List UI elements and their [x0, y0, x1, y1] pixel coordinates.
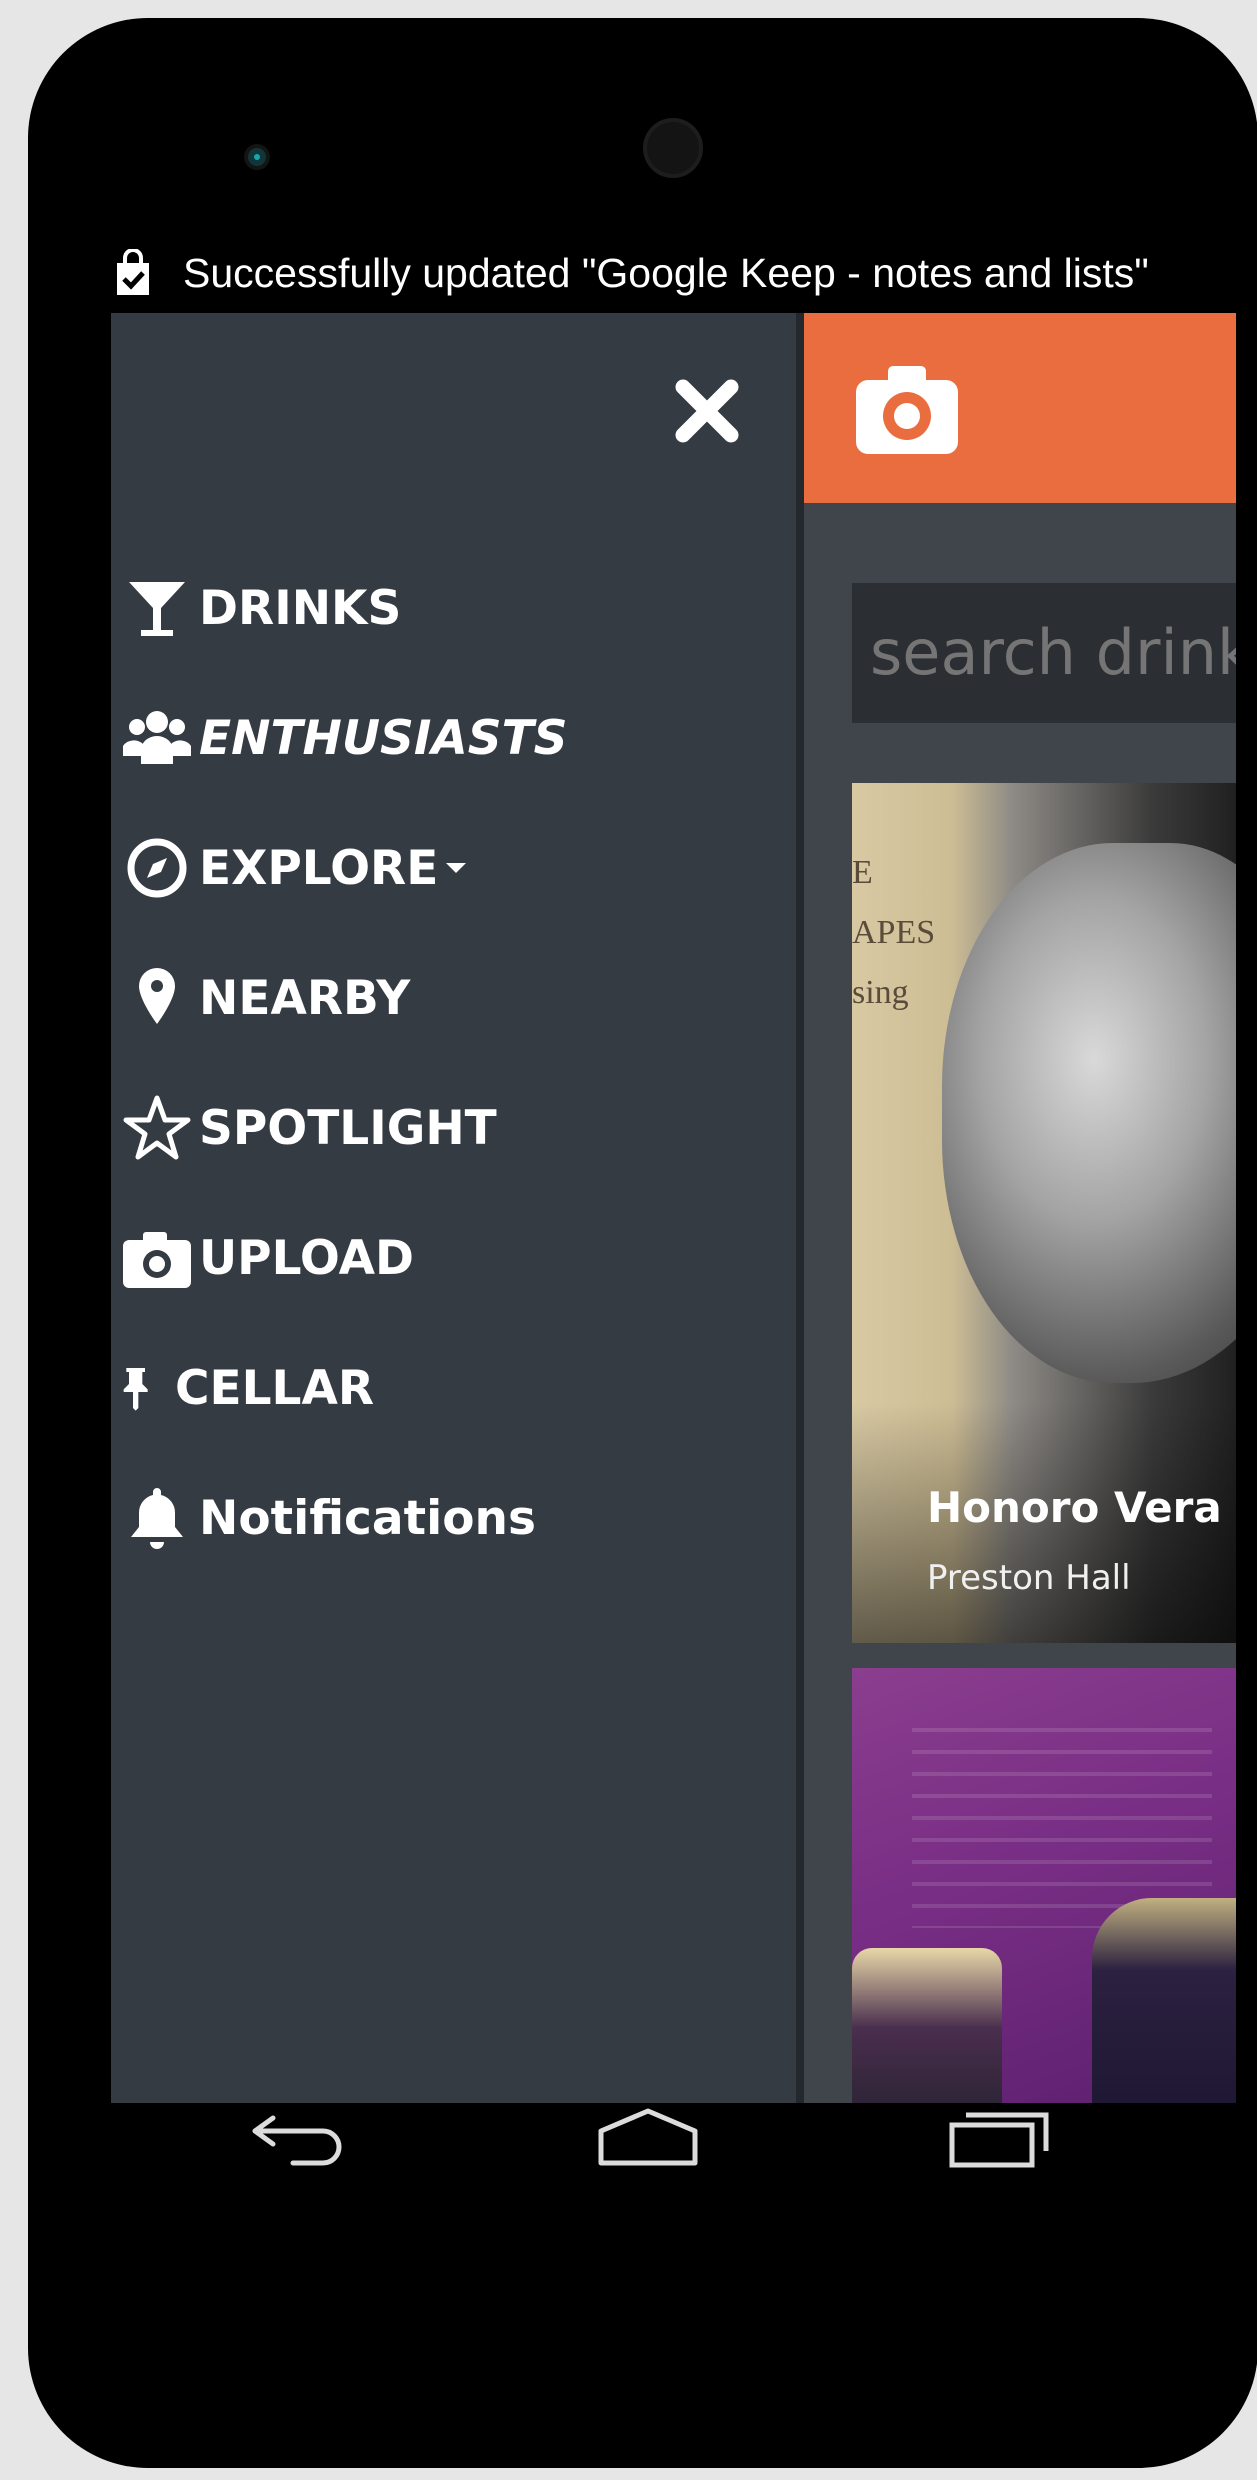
drawer-item-explore[interactable]: EXPLORE — [121, 803, 781, 933]
star-outline-icon — [123, 1095, 191, 1160]
home-icon[interactable] — [593, 2103, 703, 2173]
front-camera — [643, 118, 703, 178]
label-image-text: E APES sing — [852, 854, 936, 1011]
pushpin-icon — [123, 1368, 148, 1411]
drink-producer: Preston Hall — [927, 1558, 1131, 1598]
drawer-item-label: DRINKS — [199, 580, 402, 636]
drawer-item-label: ENTHUSIASTS — [199, 710, 568, 766]
drawer-item-label: UPLOAD — [199, 1230, 414, 1286]
drink-card[interactable] — [852, 1668, 1236, 2103]
drawer-divider — [796, 313, 804, 2103]
recent-apps-icon[interactable] — [948, 2103, 1058, 2173]
cocktail-glass-icon — [129, 582, 185, 636]
main-content: E APES sing Honoro Vera Preston Hall — [804, 313, 1236, 2103]
drawer-item-cellar[interactable]: CELLAR — [121, 1323, 781, 1453]
users-icon — [123, 711, 191, 764]
back-icon[interactable] — [243, 2103, 353, 2173]
map-pin-icon — [139, 968, 175, 1024]
bell-icon — [131, 1488, 183, 1549]
notification-text: Successfully updated "Google Keep - note… — [183, 249, 1149, 296]
drawer-item-drinks[interactable]: DRINKS — [121, 543, 781, 673]
app-toolbar — [804, 313, 1236, 503]
drawer-item-label: Notifications — [199, 1490, 536, 1546]
camera-icon — [123, 1232, 191, 1288]
drawer-item-label: SPOTLIGHT — [199, 1100, 497, 1156]
shopping-bag-check-icon — [117, 249, 149, 295]
chevron-down-icon — [446, 863, 467, 873]
compass-icon — [127, 838, 187, 898]
phone-frame: Successfully updated "Google Keep - note… — [28, 18, 1257, 2468]
close-icon[interactable] — [671, 375, 743, 447]
screen: Successfully updated "Google Keep - note… — [111, 233, 1236, 2103]
search-input[interactable] — [852, 583, 1236, 723]
camera-icon[interactable] — [852, 358, 962, 458]
drawer-item-upload[interactable]: UPLOAD — [121, 1193, 781, 1323]
drink-card[interactable]: E APES sing Honoro Vera Preston Hall — [852, 783, 1236, 1643]
drawer-item-enthusiasts[interactable]: ENTHUSIASTS — [121, 673, 781, 803]
drink-photo — [942, 843, 1236, 1383]
drawer-item-notifications[interactable]: Notifications — [121, 1453, 781, 1583]
drawer-item-label: EXPLORE — [199, 840, 439, 896]
notification-led — [248, 148, 266, 166]
drawer-item-label: NEARBY — [199, 970, 411, 1026]
status-bar: Successfully updated "Google Keep - note… — [111, 233, 1236, 313]
navigation-drawer: DRINKS ENTHUSIASTS EXPLORE NEARBY SPOTLI… — [111, 313, 796, 2103]
drawer-item-nearby[interactable]: NEARBY — [121, 933, 781, 1063]
drink-title: Honoro Vera — [927, 1483, 1222, 1532]
drawer-item-label: CELLAR — [175, 1360, 375, 1416]
drawer-item-spotlight[interactable]: SPOTLIGHT — [121, 1063, 781, 1193]
drawer-menu: DRINKS ENTHUSIASTS EXPLORE NEARBY SPOTLI… — [121, 543, 781, 1583]
